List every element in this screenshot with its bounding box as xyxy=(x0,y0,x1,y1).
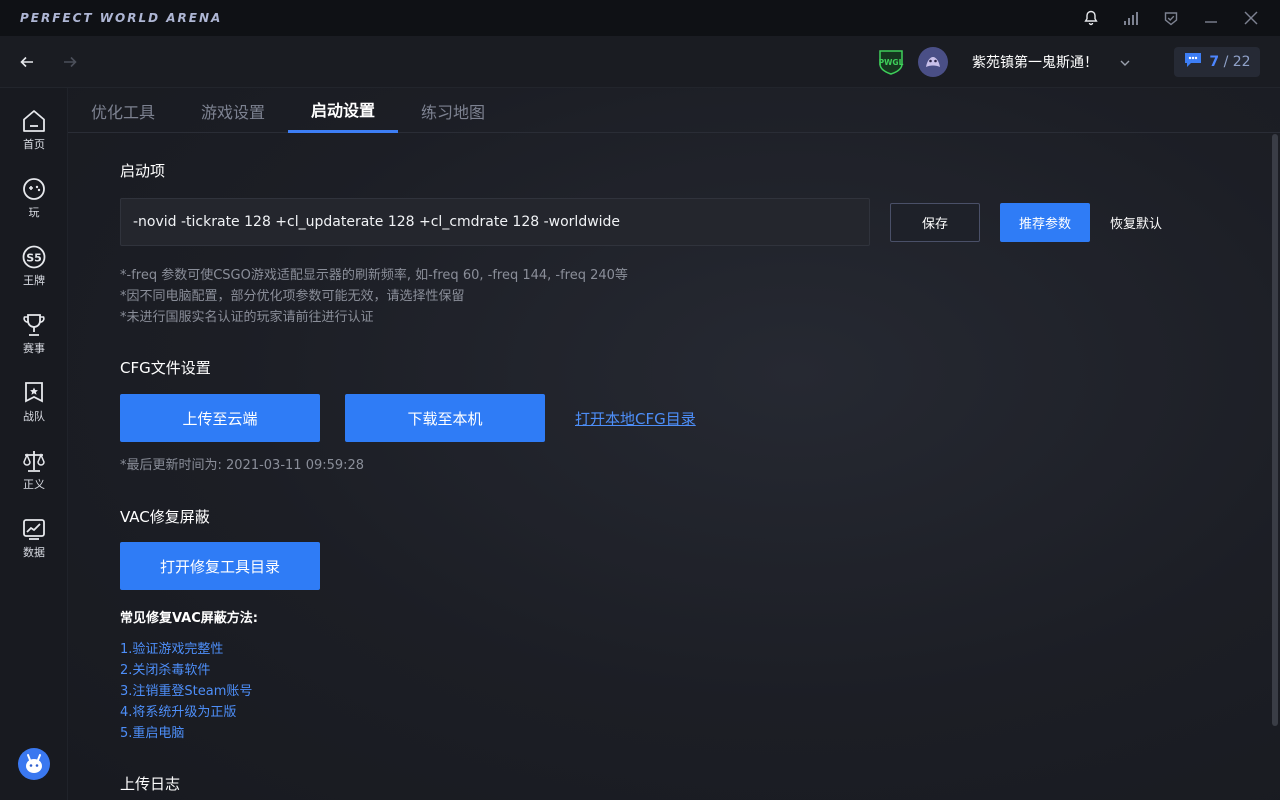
svg-text:S5: S5 xyxy=(26,252,42,265)
launch-note: *未进行国服实名认证的玩家请前往进行认证 xyxy=(120,310,374,325)
download-to-local-button[interactable]: 下载至本机 xyxy=(345,394,545,442)
vac-section-title: VAC修复屏蔽 xyxy=(120,508,210,526)
open-cfg-dir-link[interactable]: 打开本地CFG目录 xyxy=(575,408,696,429)
chart-icon xyxy=(23,519,45,540)
avatar[interactable] xyxy=(918,47,948,77)
trophy-icon xyxy=(23,314,45,336)
vac-method-item[interactable]: 4.将系统升级为正版 xyxy=(120,701,236,720)
chevron-down-icon[interactable] xyxy=(1118,55,1132,69)
sidebar-item-label: 首页 xyxy=(23,138,45,151)
launch-options-input[interactable]: -novid -tickrate 128 +cl_updaterate 128 … xyxy=(120,198,870,246)
sidebar-item-team[interactable]: 战队 xyxy=(0,380,68,440)
tab-bar: 优化工具 游戏设置 启动设置 练习地图 xyxy=(68,88,1280,133)
vac-methods-title: 常见修复VAC屏蔽方法: xyxy=(120,611,258,626)
forward-arrow-icon[interactable] xyxy=(58,50,82,74)
upload-to-cloud-button[interactable]: 上传至云端 xyxy=(120,394,320,442)
message-current: 7 xyxy=(1209,54,1220,70)
launch-section-title: 启动项 xyxy=(120,162,166,180)
launch-note: *-freq 参数可使CSGO游戏适配显示器的刷新频率, 如-freq 60, … xyxy=(120,268,628,283)
pwgl-badge-icon: PWGL xyxy=(876,47,906,77)
close-icon[interactable] xyxy=(1240,7,1262,29)
message-total: / 22 xyxy=(1219,54,1251,70)
home-icon xyxy=(23,110,45,132)
cfg-section-title: CFG文件设置 xyxy=(120,359,211,377)
minimize-icon[interactable] xyxy=(1200,7,1222,29)
vac-method-item[interactable]: 1.验证游戏完整性 xyxy=(120,638,223,657)
sidebar-item-label: 数据 xyxy=(23,546,45,559)
back-arrow-icon[interactable] xyxy=(15,50,39,74)
vac-method-item[interactable]: 3.注销重登Steam账号 xyxy=(120,680,252,699)
recommend-params-button[interactable]: 推荐参数 xyxy=(1000,203,1090,242)
username: 紫苑镇第一鬼斯通！ xyxy=(972,55,1098,71)
app-title: PERFECT WORLD ARENA xyxy=(20,11,223,25)
sidebar: 首页 玩 S5 王牌 赛事 战队 正义 数据 xyxy=(0,88,68,800)
sidebar-item-play[interactable]: 玩 xyxy=(0,176,68,236)
s5-icon: S5 xyxy=(22,245,46,269)
sidebar-item-home[interactable]: 首页 xyxy=(0,108,68,168)
vertical-scrollbar[interactable] xyxy=(1272,134,1278,726)
signal-icon[interactable] xyxy=(1120,7,1142,29)
upload-log-section-title: 上传日志 xyxy=(120,775,181,793)
tab-launch-settings[interactable]: 启动设置 xyxy=(288,88,398,133)
sidebar-item-label: 战队 xyxy=(23,410,45,423)
tab-game-settings[interactable]: 游戏设置 xyxy=(178,88,288,133)
main-content: 优化工具 游戏设置 启动设置 练习地图 启动项 -novid -tickrate… xyxy=(68,88,1280,800)
bell-icon[interactable] xyxy=(1080,7,1102,29)
sidebar-item-label: 赛事 xyxy=(23,342,45,355)
save-button[interactable]: 保存 xyxy=(890,203,980,242)
vac-method-item[interactable]: 5.重启电脑 xyxy=(120,722,184,741)
sidebar-item-label: 王牌 xyxy=(23,274,45,287)
sidebar-item-label: 玩 xyxy=(28,206,40,219)
restore-default-button[interactable]: 恢复默认 xyxy=(1110,213,1162,232)
chat-bubble-icon xyxy=(1183,51,1203,73)
sidebar-item-data[interactable]: 数据 xyxy=(0,516,68,576)
title-bar: PERFECT WORLD ARENA xyxy=(0,0,1280,36)
sidebar-item-events[interactable]: 赛事 xyxy=(0,312,68,372)
pwgl-badge-text: PWGL xyxy=(879,58,904,67)
team-flag-icon xyxy=(25,382,43,403)
sidebar-item-ace[interactable]: S5 王牌 xyxy=(0,244,68,304)
shield-check-icon[interactable] xyxy=(1160,7,1182,29)
scales-icon xyxy=(23,451,45,472)
message-counter[interactable]: 7 / 22 xyxy=(1174,47,1260,77)
open-repair-tool-button[interactable]: 打开修复工具目录 xyxy=(120,542,320,590)
tab-optimize-tools[interactable]: 优化工具 xyxy=(68,88,178,133)
sidebar-item-justice[interactable]: 正义 xyxy=(0,448,68,508)
vac-method-item[interactable]: 2.关闭杀毒软件 xyxy=(120,659,210,678)
gamepad-icon xyxy=(23,178,45,200)
sidebar-item-label: 正义 xyxy=(23,478,45,491)
message-count: 7 / 22 xyxy=(1209,54,1250,70)
tab-practice-maps[interactable]: 练习地图 xyxy=(398,88,508,133)
cfg-last-update: *最后更新时间为: 2021-03-11 09:59:28 xyxy=(120,458,365,473)
launch-note: *因不同电脑配置，部分优化项参数可能无效，请选择性保留 xyxy=(120,289,465,304)
nav-bar: PWGL 紫苑镇第一鬼斯通！ 7 / 22 xyxy=(0,36,1280,88)
mascot-icon[interactable] xyxy=(18,748,50,780)
user-area[interactable]: PWGL 紫苑镇第一鬼斯通！ xyxy=(876,44,1132,80)
window-controls xyxy=(1080,0,1262,36)
